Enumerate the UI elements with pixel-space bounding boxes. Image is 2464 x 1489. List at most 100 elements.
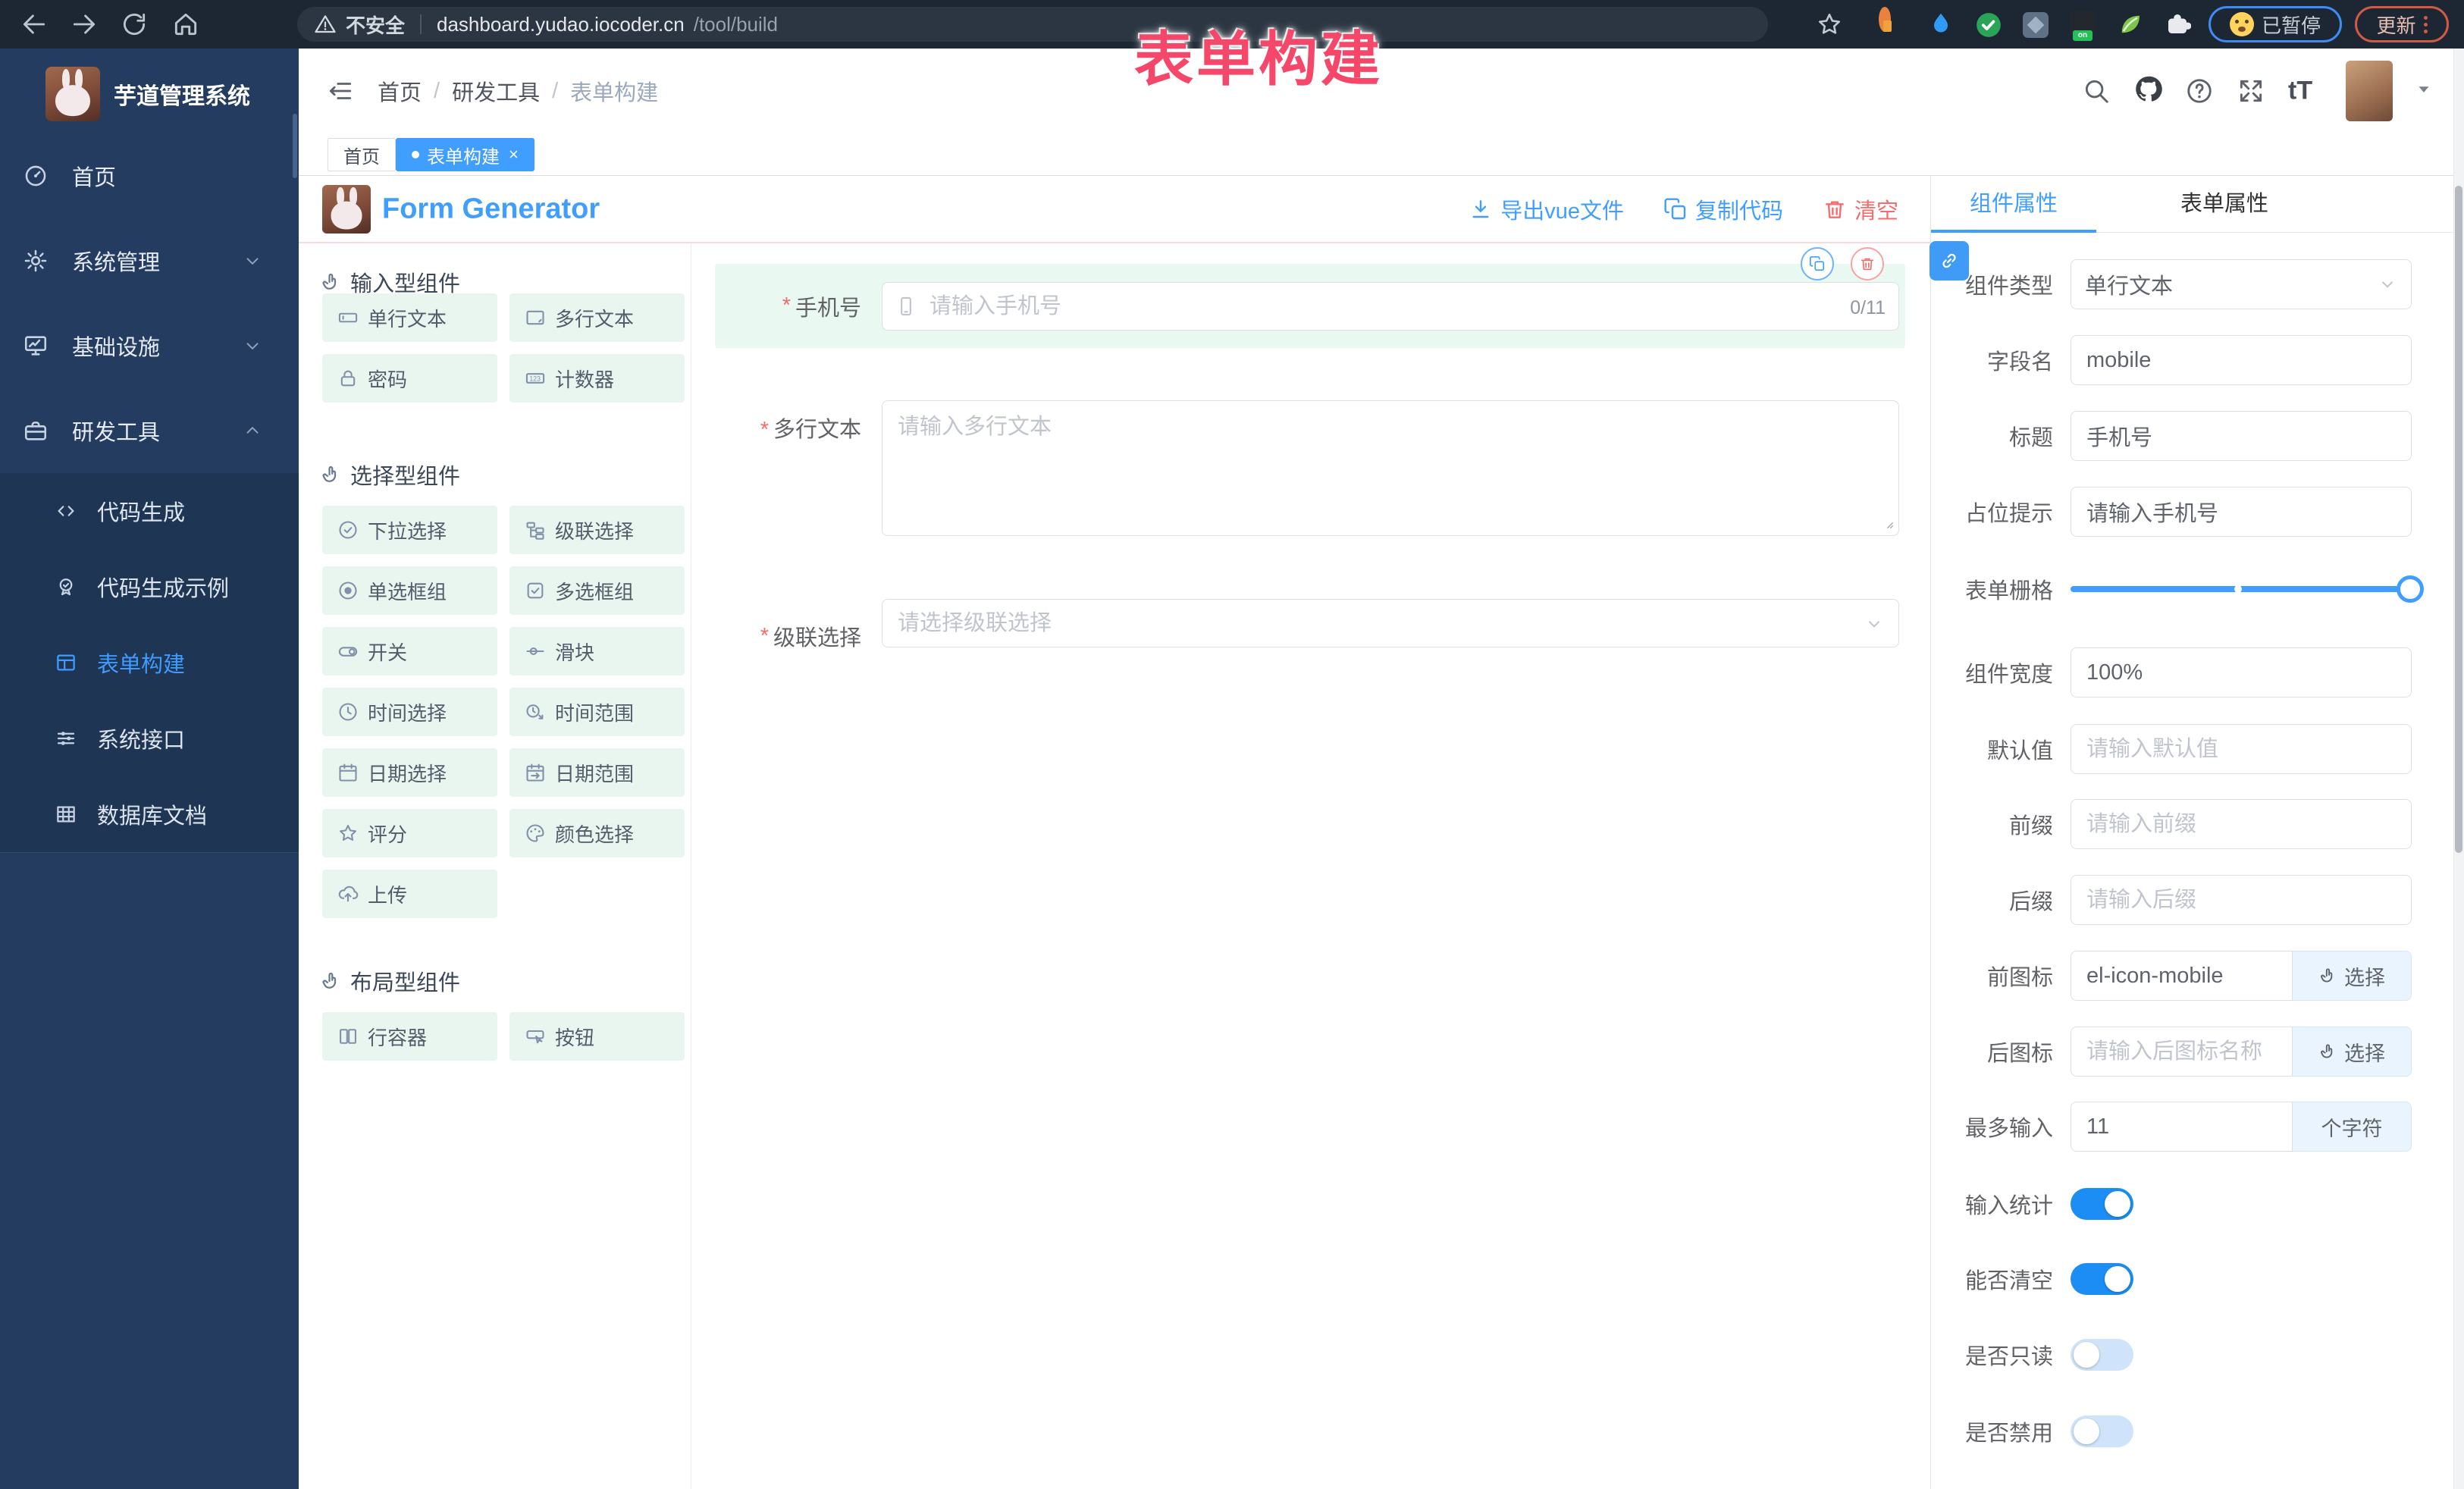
palette-item-time-range[interactable]: 时间范围: [509, 688, 685, 736]
suffix-icon-select-button[interactable]: 选择: [2293, 1027, 2412, 1077]
max-input-field[interactable]: [2071, 1102, 2293, 1152]
prefix-icon-input[interactable]: [2071, 951, 2293, 1001]
suffix-icon-input[interactable]: [2071, 1027, 2293, 1077]
tab-component-props[interactable]: 组件属性: [1931, 176, 2096, 232]
default-input[interactable]: [2071, 724, 2412, 774]
sidebar-item-home[interactable]: 首页: [0, 133, 299, 218]
help-question-icon[interactable]: [2185, 77, 2214, 105]
address-bar[interactable]: 不安全 dashboard.yudao.iocoder.cn /tool/bui…: [297, 7, 1768, 42]
tab-form-builder[interactable]: 表单构建 ×: [396, 138, 534, 171]
copy-code-button[interactable]: 复制代码: [1663, 193, 1783, 225]
sidebar-item-system-api[interactable]: 系统接口: [0, 701, 299, 776]
browser-forward-button[interactable]: [70, 10, 99, 39]
breadcrumb-current: 表单构建: [570, 75, 658, 107]
clearable-toggle[interactable]: [2071, 1263, 2133, 1295]
sidebar-fold-icon[interactable]: [326, 77, 355, 105]
palette-item-cascader[interactable]: 级联选择: [509, 506, 685, 554]
breadcrumb-home[interactable]: 首页: [378, 75, 422, 107]
component-type-select[interactable]: 单行文本: [2071, 259, 2412, 309]
sidebar-item-form-builder[interactable]: 表单构建: [0, 625, 299, 701]
placeholder-input[interactable]: [2071, 487, 2412, 537]
palette-item-color-picker[interactable]: 颜色选择: [509, 809, 685, 857]
breadcrumb-devtools[interactable]: 研发工具: [452, 75, 540, 107]
prefix-input[interactable]: [2071, 799, 2412, 849]
close-icon[interactable]: ×: [509, 146, 519, 163]
github-icon[interactable]: [2133, 74, 2164, 108]
palette-item-text-input[interactable]: 单行文本: [322, 293, 497, 342]
profile-paused-badge[interactable]: 已暂停: [2209, 6, 2342, 42]
cascader-field[interactable]: [882, 599, 1899, 647]
cascader-tree-icon: [525, 519, 546, 541]
font-size-icon[interactable]: tT: [2288, 77, 2312, 106]
bookmark-star-icon[interactable]: [1817, 11, 1842, 37]
extension-green-check-icon[interactable]: [1974, 11, 2003, 43]
extension-leaf-icon[interactable]: [2117, 11, 2144, 42]
palette-item-textarea[interactable]: 多行文本: [509, 293, 685, 342]
textarea-input[interactable]: [882, 400, 1899, 536]
tab-form-props[interactable]: 表单属性: [2142, 176, 2307, 232]
duplicate-item-button[interactable]: [1801, 247, 1834, 281]
palette-item-button[interactable]: 按钮: [509, 1012, 685, 1061]
sidebar-item-infra[interactable]: 基础设施: [0, 303, 299, 388]
palette-item-password[interactable]: 密码: [322, 354, 497, 403]
sidebar-item-devtools[interactable]: 研发工具: [0, 388, 299, 473]
suffix-input[interactable]: [2071, 875, 2412, 925]
mobile-input[interactable]: [882, 282, 1899, 331]
sidebar-item-system[interactable]: 系统管理: [0, 218, 299, 303]
palette-item-rate[interactable]: 评分: [322, 809, 497, 857]
palette-item-select[interactable]: 下拉选择: [322, 506, 497, 554]
fullscreen-icon[interactable]: [2237, 77, 2265, 105]
textarea-field[interactable]: [882, 400, 1899, 536]
clear-button[interactable]: 清空: [1823, 193, 1898, 225]
extension-dark-on-icon[interactable]: on: [2070, 11, 2096, 36]
max-input-unit: 个字符: [2293, 1102, 2412, 1152]
sidebar-item-codegen[interactable]: 代码生成: [0, 473, 299, 549]
caret-down-icon[interactable]: [2414, 80, 2434, 103]
form-item-mobile[interactable]: 手机号 0/11: [715, 264, 1905, 348]
finger-point-icon: [2318, 966, 2338, 986]
export-vue-button[interactable]: 导出vue文件: [1469, 193, 1624, 225]
search-icon[interactable]: [2082, 77, 2111, 105]
input-stat-toggle[interactable]: [2071, 1188, 2133, 1220]
monitor-icon: [23, 333, 49, 359]
palette-item-date-range[interactable]: 日期范围: [509, 748, 685, 797]
browser-refresh-button[interactable]: [120, 10, 149, 39]
palette-item-date-picker[interactable]: 日期选择: [322, 748, 497, 797]
cascader-input[interactable]: [882, 599, 1899, 647]
browser-home-button[interactable]: [171, 10, 200, 39]
palette-icon: [525, 823, 546, 844]
browser-back-button[interactable]: [20, 10, 49, 39]
textarea-icon: [525, 307, 546, 328]
palette-item-radio-group[interactable]: 单选框组: [322, 566, 497, 615]
user-avatar[interactable]: [2346, 61, 2393, 121]
slider-handle[interactable]: [2397, 575, 2424, 603]
title-input[interactable]: [2071, 411, 2412, 461]
palette-item-slider[interactable]: 滑块: [509, 627, 685, 676]
disabled-toggle[interactable]: [2071, 1415, 2133, 1447]
sidebar-item-db-doc[interactable]: 数据库文档: [0, 776, 299, 852]
select-check-icon: [337, 519, 359, 541]
sidebar-scrollbar-thumb[interactable]: [293, 114, 297, 178]
delete-item-button[interactable]: [1851, 247, 1884, 281]
palette-item-upload[interactable]: 上传: [322, 870, 497, 918]
palette-item-counter[interactable]: 123 计数器: [509, 354, 685, 403]
width-input[interactable]: [2071, 647, 2412, 697]
palette-item-row-container[interactable]: 行容器: [322, 1012, 497, 1061]
extension-orange-icon[interactable]: [1879, 13, 1891, 27]
tab-home[interactable]: 首页: [328, 138, 396, 171]
extensions-puzzle-icon[interactable]: [2164, 11, 2191, 42]
prefix-icon-select-button[interactable]: 选择: [2293, 951, 2412, 1001]
palette-item-switch[interactable]: 开关: [322, 627, 497, 676]
grid-slider[interactable]: [2071, 586, 2412, 592]
resize-handle-icon[interactable]: [1882, 518, 1895, 530]
extension-blue-icon[interactable]: [1927, 11, 1955, 42]
browser-update-button[interactable]: 更新: [2355, 6, 2449, 42]
extension-gray-icon[interactable]: [2023, 12, 2049, 38]
upload-cloud-icon: [337, 883, 359, 904]
readonly-toggle[interactable]: [2071, 1339, 2133, 1371]
palette-item-checkbox-group[interactable]: 多选框组: [509, 566, 685, 615]
palette-item-time-picker[interactable]: 时间选择: [322, 688, 497, 736]
page-scrollbar-thumb[interactable]: [2455, 186, 2462, 853]
field-name-input[interactable]: [2071, 335, 2412, 385]
sidebar-item-codegen-demo[interactable]: 代码生成示例: [0, 549, 299, 625]
